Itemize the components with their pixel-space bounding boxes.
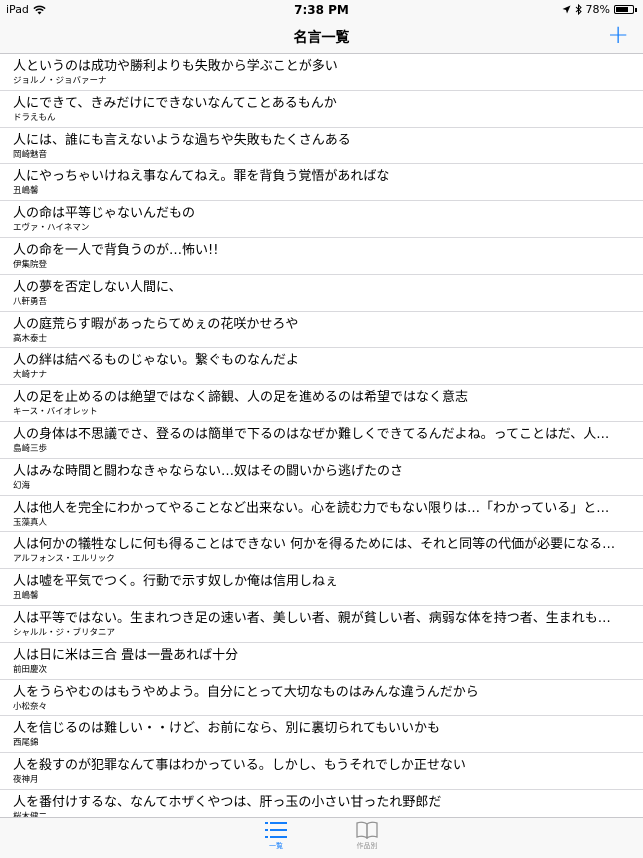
tab-by-work[interactable]: 作品別: [337, 821, 397, 851]
status-time: 7:38 PM: [294, 3, 349, 17]
quote-author: 丑嶋馨: [13, 186, 39, 197]
quote-author: 玉藻真人: [13, 517, 48, 528]
quote-author: 小松奈々: [13, 701, 48, 712]
list-item[interactable]: 人には、誰にも言えないような過ちや失敗もたくさんある 岡崎魅音: [0, 128, 643, 165]
quote-author: 伊集院登: [13, 259, 48, 270]
list-item[interactable]: 人にできて、きみだけにできないなんてことあるもんか ドラえもん: [0, 91, 643, 128]
quote-text: 人をうらやむのはもうやめよう。自分にとって大切なものはみんな違うんだから: [13, 684, 479, 700]
battery-fill: [616, 7, 628, 12]
quote-text: 人は何かの犠牲なしに何も得ることはできない 何かを得るためには、それと同等の代価…: [13, 537, 616, 553]
quote-text: 人の絆は結べるものじゃない。繋ぐものなんだよ: [13, 353, 300, 369]
quote-text: 人を信じるのは難しい・・けど、お前になら、別に裏切られてもいいかも: [13, 721, 441, 737]
quote-author: 夜神月: [13, 775, 39, 786]
list-item[interactable]: 人の身体は不思議でさ、登るのは簡単で下るのはなぜか難しくできてるんだよね。ってこ…: [0, 422, 643, 459]
list-item[interactable]: 人は平等ではない。生まれつき足の速い者、美しい者、親が貧しい者、病弱な体を持つ者…: [0, 606, 643, 643]
tab-list-label: 一覧: [269, 842, 283, 850]
quote-text: 人の命を一人で背負うのが…怖い!!: [13, 242, 219, 258]
quote-text: 人の身体は不思議でさ、登るのは簡単で下るのはなぜか難しくできてるんだよね。ってこ…: [13, 426, 610, 442]
list-item[interactable]: 人を番付けするな、なんてホザくやつは、肝っ玉の小さい甘ったれ野郎だ 桜木健二: [0, 790, 643, 817]
quote-author: シャルル・ジ・ブリタニア: [13, 627, 116, 638]
quote-author: 島崎三歩: [13, 443, 48, 454]
book-icon: [356, 821, 378, 839]
nav-bar: 名言一覧 +: [0, 20, 643, 54]
list-item[interactable]: 人の夢を否定しない人間に、 八軒勇吾: [0, 275, 643, 312]
quote-text: 人は日に米は三合 畳は一畳あれば十分: [13, 647, 239, 663]
quote-author: キース・バイオレット: [13, 407, 98, 418]
quote-author: ドラえもん: [13, 112, 56, 123]
quote-author: 前田慶次: [13, 664, 48, 675]
quote-text: 人はみな時間と闘わなきゃならない…奴はその闘いから逃げたのさ: [13, 463, 404, 479]
list-item[interactable]: 人は日に米は三合 畳は一畳あれば十分 前田慶次: [0, 643, 643, 680]
list-item[interactable]: 人の庭荒らす暇があったらてめぇの花咲かせろや 高木泰士: [0, 312, 643, 349]
list-item[interactable]: 人はみな時間と闘わなきゃならない…奴はその闘いから逃げたのさ 幻海: [0, 459, 643, 496]
quote-text: 人の命は平等じゃないんだもの: [13, 206, 196, 222]
list-item[interactable]: 人の足を止めるのは絶望ではなく諦観、人の足を進めるのは希望ではなく意志 キース・バ…: [0, 385, 643, 422]
quote-author: 大崎ナナ: [13, 370, 48, 381]
quote-list[interactable]: 人というのは成功や勝利よりも失敗から学ぶことが多いジョルノ・ジョバァーナ人にでき…: [0, 54, 643, 817]
quote-author: ジョルノ・ジョバァーナ: [13, 76, 107, 86]
quote-text: 人の足を止めるのは絶望ではなく諦観、人の足を進めるのは希望ではなく意志: [13, 390, 469, 406]
quote-text: 人にできて、きみだけにできないなんてことあるもんか: [13, 95, 337, 111]
quote-author: 岡崎魅音: [13, 149, 48, 160]
list-item[interactable]: 人の命を一人で背負うのが…怖い!! 伊集院登: [0, 238, 643, 275]
quote-text: 人の庭荒らす暇があったらてめぇの花咲かせろや: [13, 316, 299, 332]
quote-text: 人にやっちゃいけねえ事なんてねえ。罪を背負う覚悟があればな: [13, 169, 390, 185]
list-item[interactable]: 人の絆は結べるものじゃない。繋ぐものなんだよ 大崎ナナ: [0, 348, 643, 386]
tab-bar: 一覧 作品別: [0, 817, 643, 858]
list-item[interactable]: 人は嘘を平気でつく。行動で示す奴しか俺は信用しねぇ 丑嶋馨: [0, 569, 643, 606]
quote-text: 人は嘘を平気でつく。行動で示す奴しか俺は信用しねぇ: [13, 574, 339, 590]
tab-list[interactable]: 一覧: [246, 821, 306, 851]
bluetooth-icon: [575, 4, 582, 15]
quote-author: 幻海: [13, 480, 31, 491]
quote-text: 人を番付けするな、なんてホザくやつは、肝っ玉の小さい甘ったれ野郎だ: [13, 794, 442, 810]
list-item[interactable]: 人は何かの犠牲なしに何も得ることはできない 何かを得るためには、それと同等の代価…: [0, 532, 643, 570]
battery-tip: [635, 7, 637, 12]
battery-percent: 78%: [585, 3, 610, 16]
quote-author: 高木泰士: [13, 333, 48, 344]
quote-author: アルフォンス・エルリック: [13, 554, 115, 565]
list-item[interactable]: 人というのは成功や勝利よりも失敗から学ぶことが多いジョルノ・ジョバァーナ: [0, 54, 643, 91]
list-item[interactable]: 人を信じるのは難しい・・けど、お前になら、別に裏切られてもいいかも 西尾錦: [0, 716, 643, 754]
list-item[interactable]: 人は他人を完全にわかってやることなど出来ない。心を読む力でもない限りは…「わかっ…: [0, 496, 643, 533]
list-item[interactable]: 人をうらやむのはもうやめよう。自分にとって大切なものはみんな違うんだから 小松奈々: [0, 680, 643, 717]
quote-text: 人は平等ではない。生まれつき足の速い者、美しい者、親が貧しい者、病弱な体を持つ者…: [13, 610, 611, 626]
quote-author: エヴァ・ハイネマン: [13, 223, 90, 234]
battery-icon: [614, 5, 634, 14]
quote-text: 人というのは成功や勝利よりも失敗から学ぶことが多い: [13, 59, 338, 74]
tab-by-work-label: 作品別: [356, 842, 378, 850]
page-title: 名言一覧: [293, 30, 350, 46]
quote-author: 丑嶋馨: [13, 591, 39, 602]
quote-text: 人を殺すのが犯罪なんて事はわかっている。しかし、もうそれでしか正せない: [13, 758, 466, 774]
quote-text: 人の夢を否定しない人間に、: [13, 279, 182, 295]
status-bar: iPad 7:38 PM 78%: [0, 0, 643, 20]
list-icon: [265, 822, 287, 838]
list-item[interactable]: 人の命は平等じゃないんだもの エヴァ・ハイネマン: [0, 201, 643, 238]
quote-text: 人は他人を完全にわかってやることなど出来ない。心を読む力でもない限りは…「わかっ…: [13, 500, 610, 516]
list-item[interactable]: 人にやっちゃいけねえ事なんてねえ。罪を背負う覚悟があればな 丑嶋馨: [0, 164, 643, 202]
quote-author: 八軒勇吾: [13, 296, 48, 307]
location-icon: [562, 5, 571, 14]
quote-author: 西尾錦: [13, 738, 39, 749]
list-item[interactable]: 人を殺すのが犯罪なんて事はわかっている。しかし、もうそれでしか正せない 夜神月: [0, 753, 643, 790]
status-right: 78%: [562, 3, 637, 16]
quote-text: 人には、誰にも言えないような過ちや失敗もたくさんある: [13, 132, 351, 148]
add-button[interactable]: +: [607, 22, 629, 48]
